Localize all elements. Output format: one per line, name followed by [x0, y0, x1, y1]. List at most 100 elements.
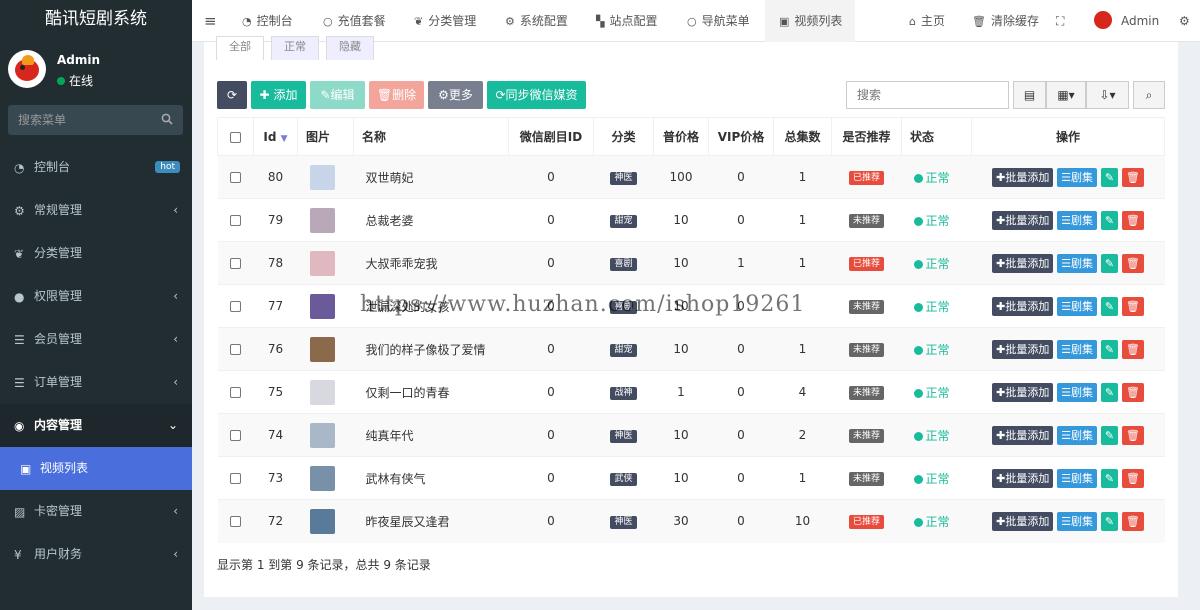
row-checkbox[interactable] — [217, 284, 254, 328]
row-checkbox[interactable] — [217, 456, 254, 500]
delete-button[interactable]: 🗑删除 — [369, 81, 424, 109]
cell-thumbnail[interactable] — [297, 413, 354, 457]
delete-row-button[interactable]: 🗑 — [1121, 210, 1144, 230]
cell-thumbnail[interactable] — [297, 327, 354, 371]
batch-add-button[interactable]: ✚批量添加 — [992, 468, 1054, 488]
export-button[interactable]: ⇩▾ — [1086, 81, 1129, 109]
table-search-input[interactable] — [847, 82, 1008, 108]
settings-gear-icon[interactable]: ⚙ — [1179, 0, 1190, 42]
episodes-button[interactable]: ☰剧集 — [1057, 511, 1098, 531]
add-button[interactable]: ✚ 添加 — [251, 81, 306, 109]
tab-hidden[interactable]: 隐藏 — [326, 36, 374, 60]
delete-row-button[interactable]: 🗑 — [1121, 253, 1144, 273]
row-checkbox[interactable] — [217, 413, 254, 457]
edit-row-button[interactable]: ✎ — [1100, 339, 1119, 359]
batch-add-button[interactable]: ✚批量添加 — [992, 167, 1054, 187]
status-text[interactable]: 正常 — [926, 300, 950, 314]
episodes-button[interactable]: ☰剧集 — [1057, 210, 1098, 230]
row-checkbox[interactable] — [217, 327, 254, 371]
batch-add-button[interactable]: ✚批量添加 — [992, 511, 1054, 531]
edit-row-button[interactable]: ✎ — [1100, 468, 1119, 488]
refresh-button[interactable]: ⟳ — [217, 81, 247, 109]
sidebar-item-category[interactable]: ❦ 分类管理 — [0, 232, 192, 275]
episodes-button[interactable]: ☰剧集 — [1057, 253, 1098, 273]
batch-add-button[interactable]: ✚批量添加 — [992, 339, 1054, 359]
delete-row-button[interactable]: 🗑 — [1121, 167, 1144, 187]
delete-row-button[interactable]: 🗑 — [1121, 468, 1144, 488]
status-text[interactable]: 正常 — [926, 171, 950, 185]
topnav-system-config[interactable]: ⚙ 系统配置 — [505, 0, 568, 42]
status-text[interactable]: 正常 — [926, 257, 950, 271]
edit-row-button[interactable]: ✎ — [1100, 210, 1119, 230]
recommend-badge[interactable]: 已推荐 — [848, 515, 884, 530]
edit-row-button[interactable]: ✎ — [1100, 253, 1119, 273]
status-text[interactable]: 正常 — [926, 214, 950, 228]
sidebar-item-finance[interactable]: ¥ 用户财务 ‹ — [0, 533, 192, 576]
recommend-badge[interactable]: 未推荐 — [848, 386, 884, 400]
sidebar-item-orders[interactable]: ☰ 订单管理 ‹ — [0, 361, 192, 404]
topnav-category[interactable]: ❦ 分类管理 — [414, 0, 476, 42]
edit-row-button[interactable]: ✎ — [1100, 425, 1119, 445]
recommend-badge[interactable]: 已推荐 — [848, 171, 884, 185]
row-checkbox[interactable] — [217, 499, 254, 543]
status-text[interactable]: 正常 — [926, 472, 950, 486]
sidebar-item-auth[interactable]: ● 权限管理 ‹ — [0, 275, 192, 318]
search-toggle-button[interactable]: ⌕ — [1133, 81, 1165, 109]
edit-button[interactable]: ✎编辑 — [310, 81, 365, 109]
col-id[interactable]: Id ▼ — [253, 117, 298, 156]
episodes-button[interactable]: ☰剧集 — [1057, 296, 1098, 316]
toggle-view-button[interactable]: ▤ — [1013, 81, 1046, 109]
status-text[interactable]: 正常 — [926, 343, 950, 357]
edit-row-button[interactable]: ✎ — [1100, 511, 1119, 531]
batch-add-button[interactable]: ✚批量添加 — [992, 382, 1054, 402]
edit-row-button[interactable]: ✎ — [1100, 382, 1119, 402]
cell-thumbnail[interactable] — [297, 370, 354, 414]
delete-row-button[interactable]: 🗑 — [1121, 296, 1144, 316]
cell-thumbnail[interactable] — [297, 284, 354, 328]
delete-row-button[interactable]: 🗑 — [1121, 339, 1144, 359]
columns-button[interactable]: ▦▾ — [1046, 81, 1086, 109]
delete-row-button[interactable]: 🗑 — [1121, 511, 1144, 531]
sync-wechat-button[interactable]: ⟳同步微信媒资 — [487, 81, 586, 109]
cell-thumbnail[interactable] — [297, 499, 354, 543]
episodes-button[interactable]: ☰剧集 — [1057, 382, 1098, 402]
select-all-checkbox[interactable] — [217, 117, 254, 156]
topnav-site-config[interactable]: ▚ 站点配置 — [596, 0, 657, 42]
episodes-button[interactable]: ☰剧集 — [1057, 167, 1098, 187]
sidebar-item-cards[interactable]: ▨ 卡密管理 ‹ — [0, 490, 192, 533]
row-checkbox[interactable] — [217, 241, 254, 285]
row-checkbox[interactable] — [217, 155, 254, 199]
tab-normal[interactable]: 正常 — [271, 36, 319, 60]
topnav-video-list[interactable]: ▣ 视频列表 — [765, 0, 855, 42]
menu-search-input[interactable] — [8, 105, 183, 135]
recommend-badge[interactable]: 未推荐 — [848, 343, 884, 357]
status-text[interactable]: 正常 — [926, 429, 950, 443]
recommend-badge[interactable]: 未推荐 — [848, 214, 884, 228]
search-icon[interactable] — [161, 113, 173, 128]
sidebar-item-general[interactable]: ⚙ 常规管理 ‹ — [0, 189, 192, 232]
edit-row-button[interactable]: ✎ — [1100, 296, 1119, 316]
episodes-button[interactable]: ☰剧集 — [1057, 468, 1098, 488]
delete-row-button[interactable]: 🗑 — [1121, 425, 1144, 445]
status-text[interactable]: 正常 — [926, 515, 950, 529]
batch-add-button[interactable]: ✚批量添加 — [992, 210, 1054, 230]
sidebar-item-content[interactable]: ◉ 内容管理 ⌄ — [0, 404, 192, 447]
episodes-button[interactable]: ☰剧集 — [1057, 339, 1098, 359]
topnav-user[interactable]: Admin — [1094, 0, 1159, 42]
recommend-badge[interactable]: 未推荐 — [848, 429, 884, 443]
cell-thumbnail[interactable] — [297, 241, 354, 285]
episodes-button[interactable]: ☰剧集 — [1057, 425, 1098, 445]
app-title[interactable]: 酷讯短剧系统 — [0, 0, 192, 40]
cell-thumbnail[interactable] — [297, 155, 354, 199]
cell-thumbnail[interactable] — [297, 456, 354, 500]
recommend-badge[interactable]: 未推荐 — [848, 300, 884, 314]
status-text[interactable]: 正常 — [926, 386, 950, 400]
delete-row-button[interactable]: 🗑 — [1121, 382, 1144, 402]
sidebar-item-dashboard[interactable]: ◔ 控制台 hot — [0, 146, 192, 189]
fullscreen-icon[interactable]: ⛶ — [1056, 0, 1064, 42]
topnav-nav-menu[interactable]: ○ 导航菜单 — [687, 0, 750, 42]
user-avatar[interactable] — [8, 50, 46, 88]
tab-all[interactable]: 全部 — [216, 36, 264, 60]
topnav-home[interactable]: ⌂ 主页 — [909, 0, 945, 42]
batch-add-button[interactable]: ✚批量添加 — [992, 425, 1054, 445]
